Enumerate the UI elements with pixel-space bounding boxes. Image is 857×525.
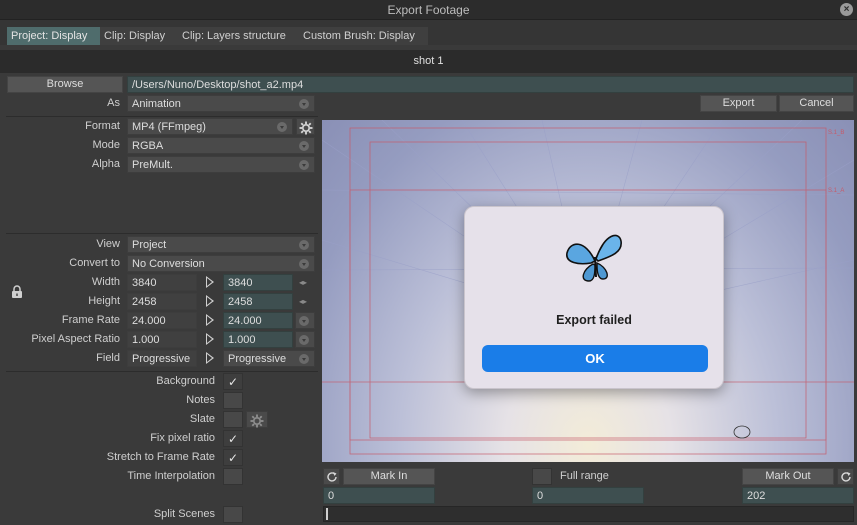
apply-field-icon[interactable] xyxy=(206,352,214,364)
cancel-button[interactable]: Cancel xyxy=(779,95,854,112)
dialog-message: Export failed xyxy=(556,313,632,327)
refresh-icon xyxy=(327,472,337,482)
title-bar: Export Footage × xyxy=(0,0,857,20)
gear-icon xyxy=(299,121,313,135)
alpha-dropdown[interactable]: PreMult. xyxy=(127,156,315,173)
frame-label-b: S.1_B xyxy=(828,130,844,136)
background-checkbox[interactable]: ✓ xyxy=(223,373,243,390)
convert-label: Convert to xyxy=(69,257,120,269)
apply-width-icon[interactable] xyxy=(206,276,214,288)
fix-pixel-ratio-label: Fix pixel ratio xyxy=(150,432,215,444)
source-width-field: 3840 xyxy=(127,274,197,291)
field-label: Field xyxy=(96,352,120,364)
source-field-field: Progressive xyxy=(127,350,197,367)
pixel-aspect-dropdown[interactable] xyxy=(295,331,315,348)
refresh-icon xyxy=(841,472,851,482)
alpha-label: Alpha xyxy=(91,158,120,170)
lock-icon[interactable] xyxy=(11,285,23,302)
divider xyxy=(6,233,318,234)
mark-in-field[interactable]: 0 xyxy=(323,487,435,504)
split-scenes-checkbox[interactable] xyxy=(223,506,243,523)
tab-bar: Project: Display Clip: Display Clip: Lay… xyxy=(0,20,857,45)
mode-dropdown[interactable]: RGBA xyxy=(127,137,315,154)
frame-label-a: S.1_A xyxy=(828,188,844,194)
browse-button[interactable]: Browse xyxy=(7,76,123,93)
tab-project-display[interactable]: Project: Display xyxy=(7,27,100,45)
height-label: Height xyxy=(88,295,120,307)
apply-pixel-aspect-icon[interactable] xyxy=(206,333,214,345)
export-button[interactable]: Export xyxy=(700,95,777,112)
view-dropdown[interactable]: Project xyxy=(127,236,315,253)
frame-rate-label: Frame Rate xyxy=(61,314,120,326)
tab-custom-brush-display[interactable]: Custom Brush: Display xyxy=(299,27,428,45)
time-interpolation-checkbox[interactable] xyxy=(223,468,243,485)
apply-frame-rate-icon[interactable] xyxy=(206,314,214,326)
full-range-label: Full range xyxy=(560,470,609,482)
target-field-dropdown[interactable]: Progressive xyxy=(223,350,315,367)
link-height-icon[interactable]: ◂▸ xyxy=(299,297,307,306)
output-path-field[interactable]: /Users/Nuno/Desktop/shot_a2.mp4 xyxy=(127,76,854,93)
source-frame-rate-field: 24.000 xyxy=(127,312,197,329)
slate-settings-button[interactable] xyxy=(246,411,268,428)
as-dropdown[interactable]: Animation xyxy=(127,95,315,112)
target-pixel-aspect-field[interactable]: 1.000 xyxy=(223,331,293,348)
timeline-scrubber[interactable] xyxy=(323,506,854,522)
fix-pixel-ratio-checkbox[interactable]: ✓ xyxy=(223,430,243,447)
tab-clip-layers-structure[interactable]: Clip: Layers structure xyxy=(178,27,299,45)
ok-button[interactable]: OK xyxy=(482,345,708,372)
reset-mark-out-button[interactable] xyxy=(837,468,854,485)
export-failed-dialog: Export failed OK xyxy=(464,206,724,389)
target-frame-rate-field[interactable]: 24.000 xyxy=(223,312,293,329)
tab-clip-display[interactable]: Clip: Display xyxy=(100,27,178,45)
notes-label: Notes xyxy=(186,394,215,406)
source-height-field: 2458 xyxy=(127,293,197,310)
notes-checkbox[interactable] xyxy=(223,392,243,409)
slate-checkbox[interactable] xyxy=(223,411,243,428)
slate-label: Slate xyxy=(189,413,215,425)
link-width-icon[interactable]: ◂▸ xyxy=(299,278,307,287)
target-height-field[interactable]: 2458 xyxy=(223,293,293,310)
convert-dropdown[interactable]: No Conversion xyxy=(127,255,315,272)
full-range-field[interactable]: 0 xyxy=(532,487,644,504)
full-range-checkbox[interactable] xyxy=(532,468,552,485)
format-label: Format xyxy=(85,120,120,132)
stretch-label: Stretch to Frame Rate xyxy=(106,451,215,463)
split-scenes-label: Split Scenes xyxy=(153,508,215,520)
source-pixel-aspect-field: 1.000 xyxy=(127,331,197,348)
pixel-aspect-label: Pixel Aspect Ratio xyxy=(31,333,120,345)
width-label: Width xyxy=(91,276,120,288)
window-title: Export Footage xyxy=(387,3,470,17)
view-label: View xyxy=(96,238,120,250)
mark-out-field[interactable]: 202 xyxy=(742,487,854,504)
format-settings-button[interactable] xyxy=(296,118,315,135)
background-label: Background xyxy=(156,375,215,387)
mode-label: Mode xyxy=(92,139,120,151)
stretch-checkbox[interactable]: ✓ xyxy=(223,449,243,466)
butterfly-icon xyxy=(566,234,622,282)
shot-name: shot 1 xyxy=(0,50,857,73)
close-icon[interactable]: × xyxy=(840,3,853,16)
time-interpolation-label: Time Interpolation xyxy=(127,470,215,482)
divider xyxy=(6,116,318,117)
divider xyxy=(6,371,318,372)
frame-rate-dropdown[interactable] xyxy=(295,312,315,329)
reset-mark-in-button[interactable] xyxy=(323,468,340,485)
apply-height-icon[interactable] xyxy=(206,295,214,307)
format-dropdown[interactable]: MP4 (FFmpeg) xyxy=(127,118,293,135)
as-label: As xyxy=(107,97,120,109)
mark-in-button[interactable]: Mark In xyxy=(343,468,435,485)
scrubber-handle[interactable] xyxy=(326,508,328,520)
mark-out-button[interactable]: Mark Out xyxy=(742,468,834,485)
target-width-field[interactable]: 3840 xyxy=(223,274,293,291)
gear-icon xyxy=(250,414,264,428)
